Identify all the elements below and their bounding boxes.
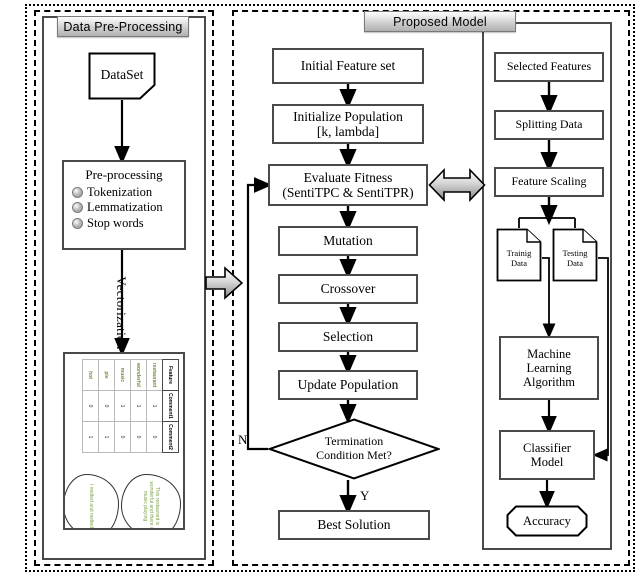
table-header-row: Feature Comment1 Comment2: [162, 359, 179, 453]
data-preprocessing-title: Data Pre-Processing: [57, 16, 189, 37]
testing-data-line2: Data: [566, 258, 584, 268]
preprocessing-item-label: Tokenization: [87, 184, 153, 199]
cell-value: 1: [98, 421, 115, 453]
feature-scaling-node: Feature Scaling: [494, 167, 604, 197]
branch-label-yes: Y: [360, 488, 370, 503]
column-header: Feature: [162, 359, 179, 391]
initialize-population-line1: Initialize Population: [293, 108, 403, 124]
evaluate-fitness-line2: (SentiTPC & SentiTPR): [282, 185, 414, 200]
classifier-model-line1: Classifier: [523, 441, 571, 455]
best-solution-node: Best Solution: [278, 510, 430, 540]
feature-vector-table: Feature Comment1 Comment2 restaurant 1 0…: [82, 359, 179, 453]
cell-feature: hot: [82, 359, 99, 391]
selection-node: Selection: [278, 322, 418, 352]
cell-feature: wonderful: [130, 359, 147, 391]
table-row: wonderful 1 0: [130, 359, 147, 453]
evaluate-fitness-line1: Evaluate Fitness: [303, 169, 393, 185]
mutation-node: Mutation: [278, 226, 418, 256]
termination-line2: Condition Met?: [316, 448, 392, 462]
crossover-node: Crossover: [278, 274, 418, 304]
selected-features-node: Selected Features: [494, 52, 604, 82]
testing-data-line1: Testing: [562, 247, 588, 258]
comment-bubble: This restaurant is wonderful and there i…: [121, 474, 181, 528]
vectorization-illustration-rotated: Feature Comment1 Comment2 restaurant 1 0…: [65, 354, 183, 528]
cell-feature: pie: [98, 359, 115, 391]
cell-value: 0: [114, 421, 131, 453]
proposed-model-title: Proposed Model: [364, 11, 516, 32]
cell-value: 0: [98, 390, 115, 422]
table-row: restaurant 1 0: [146, 359, 163, 453]
branch-label-no: N: [238, 432, 248, 447]
classifier-model-node: Classifier Model: [499, 430, 595, 480]
ml-algorithm-line1: Machine: [527, 347, 571, 361]
evaluate-fitness-node: Evaluate Fitness (SentiTPC & SentiTPR): [268, 164, 428, 206]
preprocessing-item-label: Lemmatization: [87, 200, 163, 215]
training-data-line1: Trainig: [506, 247, 532, 258]
vectorization-illustration: Feature Comment1 Comment2 restaurant 1 0…: [63, 352, 185, 530]
preprocessing-box: Pre-processing Tokenization Lemmatizatio…: [62, 160, 186, 250]
cell-value: 1: [82, 421, 99, 453]
comment-bubble: I melted and melted: [65, 474, 119, 528]
preprocessing-item-label: Stop words: [87, 215, 144, 230]
cell-feature: music: [114, 359, 131, 391]
training-data-label: Trainig Data: [496, 234, 542, 282]
initialize-population-node: Initialize Population [k, lambda]: [272, 104, 424, 144]
preprocessing-item-stop-words: Stop words: [72, 216, 180, 232]
figure-canvas: Data Pre-Processing DataSet Pre-processi…: [0, 0, 640, 577]
initial-feature-set-node: Initial Feature set: [272, 48, 424, 84]
cell-value: 0: [130, 421, 147, 453]
machine-learning-algorithm-node: Machine Learning Algorithm: [499, 336, 599, 400]
splitting-data-node: Splitting Data: [494, 110, 604, 140]
bullet-icon: [72, 202, 83, 214]
cell-value: 1: [114, 390, 131, 422]
classifier-model-line2: Model: [530, 455, 564, 469]
preprocessing-title: Pre-processing: [85, 167, 163, 182]
termination-condition-label: Termination Condition Met?: [268, 418, 440, 480]
table-row: music 1 0: [114, 359, 131, 453]
testing-data-label: Testing Data: [552, 234, 598, 282]
block-arrow-left-right-icon: [428, 168, 486, 202]
dataset-label: DataSet: [100, 67, 144, 82]
cell-feature: restaurant: [146, 359, 163, 391]
preprocessing-item-lemmatization: Lemmatization: [72, 200, 180, 216]
cell-value: 1: [146, 390, 163, 422]
column-header: Comment2: [162, 421, 179, 453]
update-population-node: Update Population: [278, 370, 418, 400]
bullet-icon: [72, 186, 83, 198]
block-arrow-right-icon: [205, 266, 244, 300]
termination-line1: Termination: [324, 434, 384, 449]
cell-value: 0: [146, 421, 163, 453]
table-row: hot 0 1: [82, 359, 99, 453]
ml-algorithm-line3: Algorithm: [522, 375, 576, 389]
initialize-population-line2: [k, lambda]: [316, 124, 380, 139]
table-row: pie 0 1: [98, 359, 115, 453]
cell-value: 1: [130, 390, 147, 422]
preprocessing-item-tokenization: Tokenization: [72, 185, 180, 201]
accuracy-label: Accuracy: [523, 513, 571, 528]
cell-value: 0: [82, 390, 99, 422]
bullet-icon: [72, 218, 83, 230]
column-header: Comment1: [162, 390, 179, 422]
training-data-line2: Data: [510, 258, 528, 268]
ml-algorithm-line2: Learning: [526, 361, 572, 375]
